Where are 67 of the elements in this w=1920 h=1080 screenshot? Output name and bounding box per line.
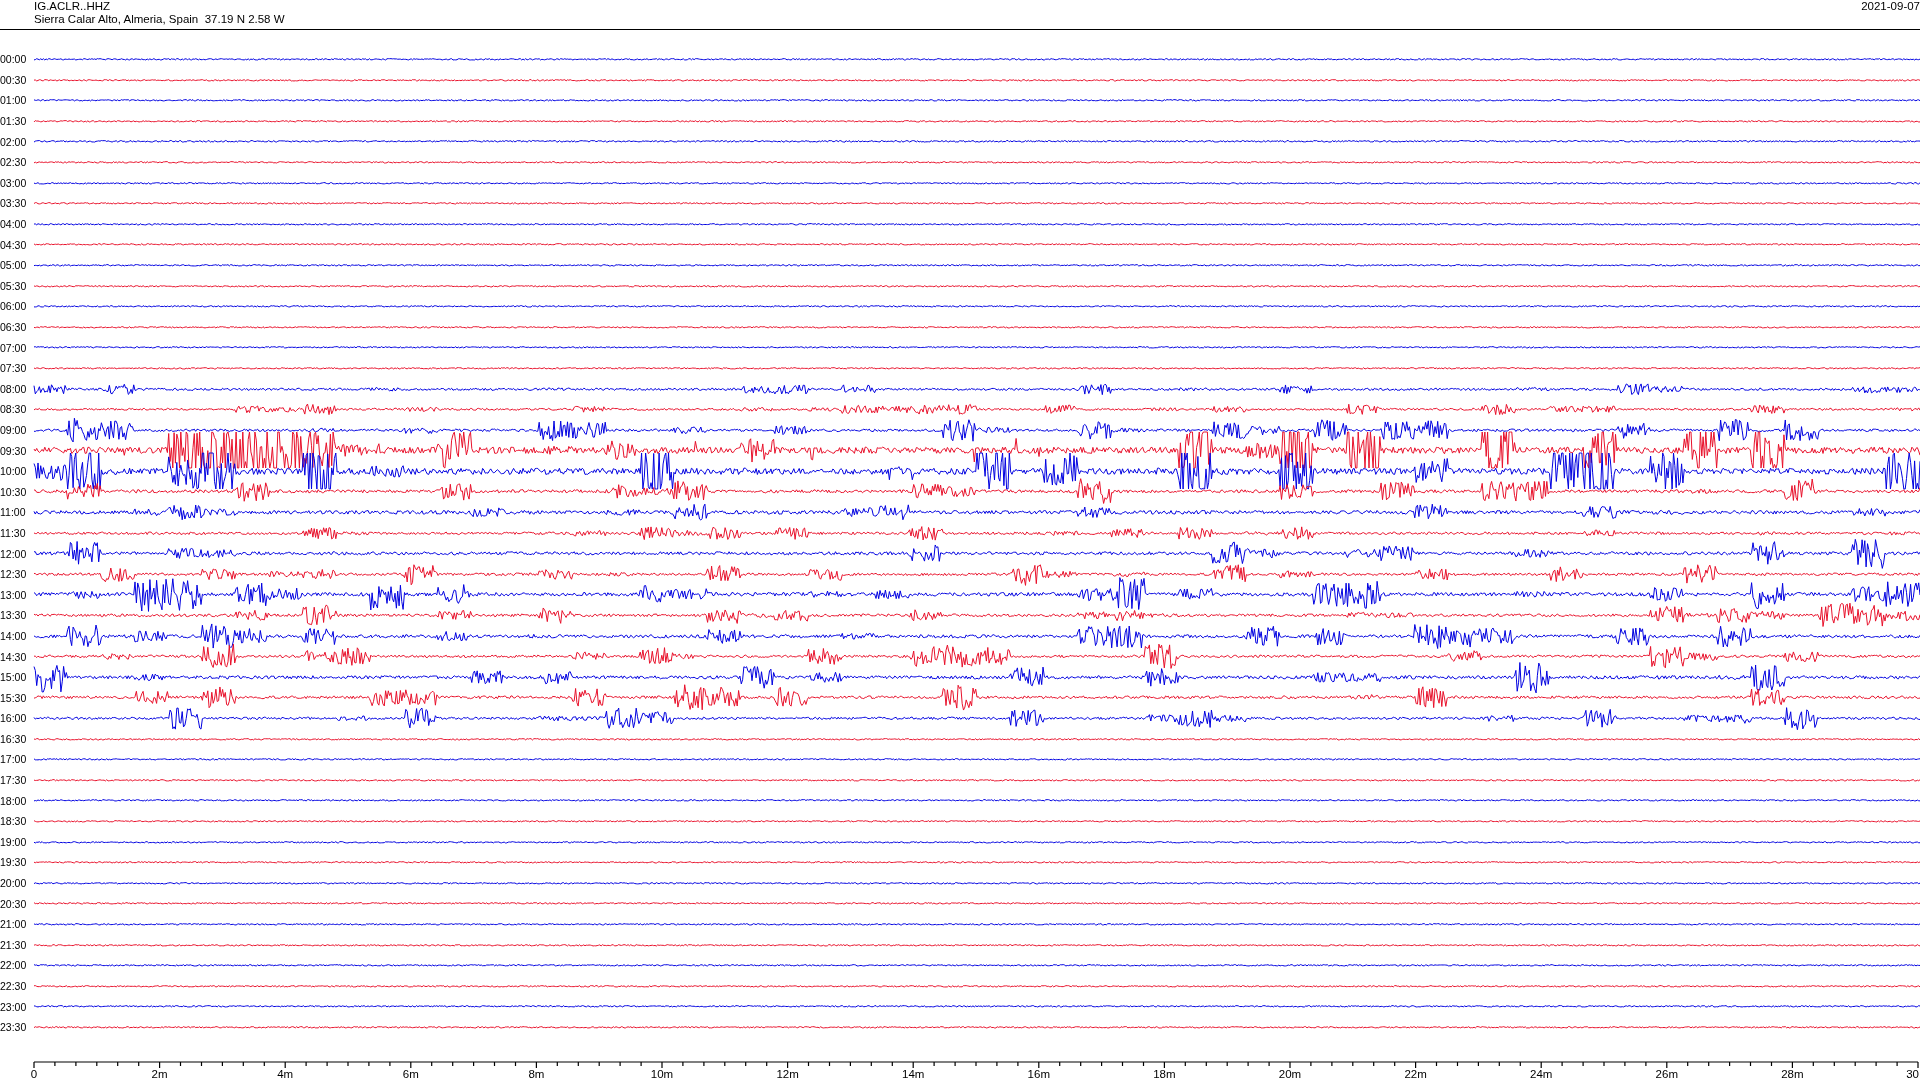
time-label: 05:30 [0, 279, 28, 292]
axis-label: 26m [1655, 1068, 1678, 1080]
axis-label: 24m [1530, 1068, 1553, 1080]
axis-label: 22m [1404, 1068, 1427, 1080]
time-label: 12:00 [0, 547, 28, 560]
time-label: 19:30 [0, 856, 28, 869]
axis-label: 4m [277, 1068, 294, 1080]
time-label: 09:00 [0, 424, 28, 436]
axis-label: 18m [1153, 1068, 1176, 1080]
axis-label: 10m [650, 1068, 674, 1080]
axis-label: 2m [151, 1068, 168, 1080]
time-label: 01:30 [0, 115, 28, 128]
time-label: 03:00 [0, 176, 28, 189]
axis-label: 8m [528, 1068, 545, 1080]
time-label: 15:30 [0, 691, 28, 704]
time-label: 07:30 [0, 362, 28, 375]
time-label: 06:00 [0, 300, 28, 313]
time-label: 01:00 [0, 94, 28, 107]
time-label: 08:00 [0, 382, 28, 395]
time-label: 22:00 [0, 959, 28, 972]
time-label: 18:00 [0, 794, 28, 807]
time-label: 14:00 [0, 629, 28, 642]
time-label: 00:30 [0, 73, 28, 86]
axis-label: 6m [402, 1068, 419, 1080]
axis-label: 28m [1781, 1068, 1804, 1080]
time-label: 13:00 [0, 588, 28, 601]
time-label: 20:00 [0, 877, 28, 890]
plot-date: 2021-09-07 [1861, 0, 1920, 14]
time-label: 10:30 [0, 485, 28, 498]
station-location: Sierra Calar Alto, Almeria, Spain 37.19 N 2.58 W [34, 13, 285, 26]
time-label: 05:00 [0, 259, 28, 272]
time-label: 12:30 [0, 568, 28, 581]
time-label: 19:00 [0, 835, 28, 848]
time-label: 21:30 [0, 938, 28, 951]
axis-label: 12m [776, 1068, 799, 1080]
time-label: 03:30 [0, 197, 28, 210]
time-label: 11:00 [0, 506, 27, 519]
time-label: 17:00 [0, 753, 28, 766]
time-label: 00:00 [0, 53, 28, 66]
time-label: 16:30 [0, 732, 28, 745]
axis-label: 20m [1278, 1068, 1302, 1080]
time-label: 22:30 [0, 980, 28, 992]
time-label: 04:30 [0, 238, 28, 251]
time-label: 23:30 [0, 1021, 28, 1034]
time-label: 08:30 [0, 403, 28, 416]
time-label: 23:00 [0, 1000, 28, 1013]
time-label: 02:30 [0, 156, 28, 169]
time-label: 21:00 [0, 918, 28, 931]
axis-label: 30 [1906, 1068, 1919, 1080]
axis-label: 0 [30, 1068, 38, 1080]
time-label: 20:30 [0, 897, 28, 910]
axis-label: 16m [1027, 1068, 1050, 1080]
time-label: 18:30 [0, 815, 28, 828]
time-label: 15:00 [0, 671, 28, 684]
station-code: IG.ACLR..HHZ [34, 0, 112, 13]
time-label: 17:30 [0, 774, 28, 787]
time-label: 13:30 [0, 609, 28, 622]
time-label: 07:00 [0, 341, 28, 354]
time-label: 04:00 [0, 218, 28, 231]
time-label: 09:30 [0, 444, 28, 457]
time-label: 02:00 [0, 135, 28, 148]
time-label: 06:30 [0, 321, 28, 333]
time-label: 14:30 [0, 650, 28, 663]
time-label: 10:00 [0, 465, 28, 478]
time-label: 16:00 [0, 712, 28, 725]
axis-label: 14m [902, 1068, 925, 1080]
time-label: 11:30 [0, 526, 27, 539]
